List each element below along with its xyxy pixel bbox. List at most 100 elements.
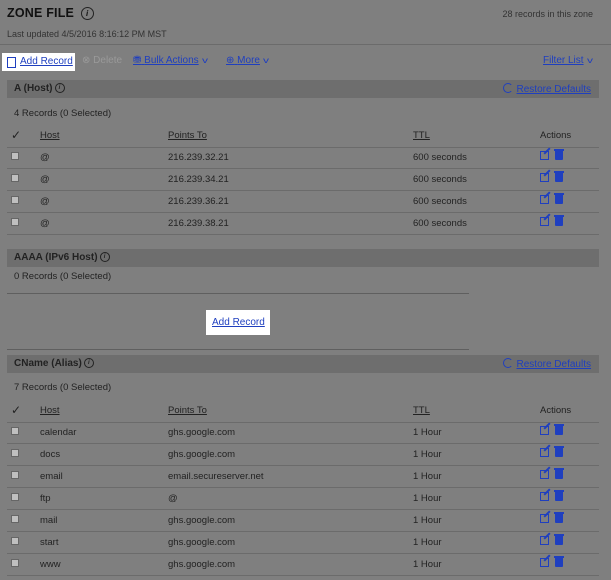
row-ttl: 1 Hour	[413, 537, 442, 548]
trash-icon[interactable]	[554, 490, 564, 501]
row-ttl: 1 Hour	[413, 449, 442, 460]
trash-icon[interactable]	[554, 171, 564, 182]
table-row: www ghs.google.com 1 Hour	[0, 554, 611, 576]
last-updated: Last updated 4/5/2016 8:16:12 PM MST	[7, 29, 167, 39]
column-host[interactable]: Host	[40, 130, 60, 141]
trash-icon[interactable]	[554, 512, 564, 523]
trash-icon[interactable]	[554, 424, 564, 435]
edit-icon[interactable]	[540, 536, 549, 545]
bulk-actions-icon: ⛃	[133, 55, 142, 66]
info-icon[interactable]: i	[80, 7, 94, 21]
column-ttl[interactable]: TTL	[413, 130, 430, 141]
row-checkbox[interactable]	[11, 515, 19, 523]
restore-defaults-label: Restore Defaults	[516, 359, 591, 370]
row-checkbox[interactable]	[11, 152, 19, 160]
row-checkbox[interactable]	[11, 537, 19, 545]
edit-icon[interactable]	[540, 470, 549, 479]
row-points-to: 216.239.38.21	[168, 218, 229, 229]
add-record-label: Add Record	[212, 317, 265, 328]
trash-icon[interactable]	[554, 556, 564, 567]
record-count-cname: 7 Records (0 Selected)	[14, 382, 112, 393]
row-checkbox[interactable]	[11, 427, 19, 435]
info-icon[interactable]: i	[54, 83, 65, 94]
trash-icon[interactable]	[554, 215, 564, 226]
row-ttl: 1 Hour	[413, 493, 442, 504]
add-record-button[interactable]: Add Record	[2, 53, 75, 71]
restore-defaults-button[interactable]: Restore Defaults	[502, 83, 591, 95]
row-actions	[540, 512, 569, 526]
info-icon[interactable]: i	[99, 252, 110, 263]
row-actions	[540, 149, 569, 163]
add-record-button[interactable]: Add Record	[206, 310, 270, 335]
row-host: email	[40, 471, 63, 482]
edit-icon[interactable]	[540, 195, 549, 204]
trash-icon[interactable]	[554, 468, 564, 479]
trash-icon[interactable]	[554, 149, 564, 160]
row-host: ftp	[40, 493, 51, 504]
edit-icon[interactable]	[540, 514, 549, 523]
trash-icon[interactable]	[554, 446, 564, 457]
row-checkbox[interactable]	[11, 471, 19, 479]
section-title: CName (Alias) i	[14, 358, 94, 369]
edit-icon[interactable]	[540, 448, 549, 457]
row-host: mail	[40, 515, 58, 526]
section-title-text: A (Host)	[14, 83, 53, 94]
section-title: A (Host) i	[14, 83, 65, 94]
restore-defaults-label: Restore Defaults	[516, 84, 591, 95]
table-row: start ghs.google.com 1 Hour	[0, 532, 611, 554]
bulk-actions-label: Bulk Actions	[144, 55, 199, 66]
column-points-to[interactable]: Points To	[168, 405, 207, 416]
row-host: calendar	[40, 427, 77, 438]
row-actions	[540, 556, 569, 570]
row-ttl: 1 Hour	[413, 427, 442, 438]
delete-button[interactable]: ⊗ Delete	[82, 55, 122, 66]
trash-icon[interactable]	[554, 193, 564, 204]
select-all-check-icon[interactable]: ✓	[11, 128, 21, 142]
info-icon[interactable]: i	[83, 358, 94, 369]
divider	[7, 293, 469, 294]
bulk-actions-button[interactable]: ⛃ Bulk Actions v	[133, 55, 208, 66]
row-points-to: ghs.google.com	[168, 427, 236, 438]
edit-icon[interactable]	[540, 173, 549, 182]
column-ttl[interactable]: TTL	[413, 405, 430, 416]
edit-icon[interactable]	[540, 558, 549, 567]
table-row: email email.secureserver.net 1 Hour	[0, 466, 611, 488]
row-checkbox[interactable]	[11, 218, 19, 226]
row-host: @	[40, 174, 50, 185]
select-all-check-icon[interactable]: ✓	[11, 403, 21, 417]
chevron-down-icon: v	[262, 56, 269, 65]
row-host: @	[40, 152, 50, 163]
section-header-aaaa: AAAA (IPv6 Host) i	[7, 249, 599, 267]
row-ttl: 600 seconds	[413, 196, 467, 207]
row-points-to: @	[168, 493, 178, 504]
edit-icon[interactable]	[540, 492, 549, 501]
restore-defaults-button[interactable]: Restore Defaults	[502, 358, 591, 370]
row-checkbox[interactable]	[11, 449, 19, 457]
section-header-a: A (Host) i Restore Defaults	[7, 80, 599, 98]
edit-icon[interactable]	[540, 151, 549, 160]
more-button[interactable]: ⊕ More v	[226, 55, 269, 66]
divider	[7, 349, 469, 350]
row-checkbox[interactable]	[11, 493, 19, 501]
row-actions	[540, 468, 569, 482]
edit-icon[interactable]	[540, 217, 549, 226]
refresh-icon	[502, 83, 513, 93]
delete-label: Delete	[93, 55, 123, 66]
table-row: mail ghs.google.com 1 Hour	[0, 510, 611, 532]
page-title: ZONE FILE i	[7, 6, 94, 21]
row-host: docs	[40, 449, 61, 460]
row-points-to: 216.239.36.21	[168, 196, 229, 207]
table-row: @216.239.38.21 600 seconds	[0, 213, 611, 235]
column-actions: Actions	[540, 405, 572, 416]
trash-icon[interactable]	[554, 534, 564, 545]
column-points-to[interactable]: Points To	[168, 130, 207, 141]
column-host[interactable]: Host	[40, 405, 60, 416]
edit-icon[interactable]	[540, 426, 549, 435]
row-checkbox[interactable]	[11, 559, 19, 567]
row-points-to: ghs.google.com	[168, 559, 236, 570]
filter-list-button[interactable]: Filter List v	[543, 55, 593, 66]
row-checkbox[interactable]	[11, 174, 19, 182]
zone-record-count: 28 records in this zone	[502, 9, 593, 19]
row-host: @	[40, 218, 50, 229]
row-checkbox[interactable]	[11, 196, 19, 204]
